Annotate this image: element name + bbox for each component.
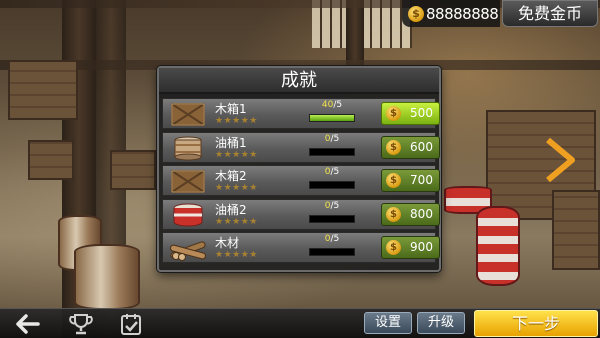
oil-barrel-icon bbox=[174, 136, 202, 160]
reward-amount: 700 bbox=[410, 173, 433, 187]
background-crate bbox=[8, 60, 78, 120]
dollar-coin-icon: $ bbox=[386, 206, 401, 222]
achievement-row: 油桶2 ★★★★★ 0/5 $ 800 bbox=[162, 198, 440, 230]
achievement-row: 木箱1 ★★★★★ 40/5 $ 500 bbox=[162, 98, 440, 129]
background-crate bbox=[28, 140, 74, 180]
free-coins-button[interactable]: 免费金币 bbox=[502, 0, 598, 27]
reward-amount: 500 bbox=[410, 106, 433, 120]
achievement-row: 木箱2 ★★★★★ 0/5 $ 700 bbox=[162, 165, 440, 196]
reward-amount: 600 bbox=[410, 139, 433, 154]
claim-reward-button[interactable]: $ 700 bbox=[381, 169, 440, 192]
dollar-coin-icon: $ bbox=[408, 5, 424, 22]
star-rating: ★★★★★ bbox=[215, 149, 258, 160]
claim-reward-button[interactable]: $ 900 bbox=[381, 236, 440, 259]
coin-balance: $ 88888888 bbox=[402, 0, 500, 27]
star-rating: ★★★★★ bbox=[215, 250, 258, 260]
progress-bar bbox=[309, 114, 355, 122]
star-rating: ★★★★★ bbox=[215, 116, 258, 126]
background-crate bbox=[552, 190, 600, 270]
back-arrow-icon[interactable] bbox=[14, 312, 40, 336]
wooden-crate-icon bbox=[171, 103, 205, 126]
progress-text: 40/5 bbox=[321, 100, 343, 110]
progress-text: 0/5 bbox=[324, 133, 340, 144]
upgrade-button[interactable]: 升级 bbox=[417, 312, 465, 334]
background-barrel bbox=[74, 244, 140, 310]
achievement-name: 木材 bbox=[215, 236, 240, 250]
checklist-icon[interactable] bbox=[118, 312, 144, 336]
wooden-crate-icon bbox=[171, 170, 205, 193]
reward-amount: 800 bbox=[410, 206, 433, 221]
achievement-name: 油桶2 bbox=[215, 202, 247, 217]
trophy-icon[interactable] bbox=[68, 312, 94, 336]
claim-reward-button[interactable]: $ 500 bbox=[381, 102, 440, 125]
progress-bar bbox=[309, 181, 355, 189]
reward-amount: 900 bbox=[410, 240, 433, 254]
background-crate bbox=[110, 150, 156, 190]
progress-bar bbox=[309, 248, 355, 256]
dollar-coin-icon: $ bbox=[386, 106, 401, 121]
achievement-row: 油桶1 ★★★★★ 0/5 $ 600 bbox=[162, 131, 440, 163]
achievement-name: 木箱2 bbox=[215, 169, 247, 183]
settings-button[interactable]: 设置 bbox=[364, 312, 412, 334]
background-red-barrel bbox=[476, 206, 520, 286]
star-rating: ★★★★★ bbox=[215, 216, 258, 227]
achievements-panel: 成就 木箱1 ★★★★★ 40/5 $ 500 油桶1 ★★★★★ 0/5 $ … bbox=[157, 66, 441, 272]
achievement-name: 油桶1 bbox=[215, 135, 247, 150]
star-rating: ★★★★★ bbox=[215, 183, 258, 193]
progress-bar bbox=[309, 214, 355, 223]
coin-amount: 88888888 bbox=[426, 4, 499, 23]
timber-logs-icon bbox=[170, 241, 206, 261]
progress-bar bbox=[309, 147, 355, 156]
progress-text: 0/5 bbox=[324, 167, 340, 177]
achievement-list: 木箱1 ★★★★★ 40/5 $ 500 油桶1 ★★★★★ 0/5 $ 600… bbox=[159, 94, 440, 263]
progress-text: 0/5 bbox=[324, 200, 340, 211]
achievement-row: 木材 ★★★★★ 0/5 $ 900 bbox=[162, 232, 440, 263]
next-step-button[interactable]: 下一步 bbox=[474, 310, 598, 337]
claim-reward-button[interactable]: $ 600 bbox=[381, 135, 440, 159]
panel-title: 成就 bbox=[159, 68, 439, 94]
progress-fill bbox=[310, 115, 354, 121]
claim-reward-button[interactable]: $ 800 bbox=[381, 202, 440, 226]
progress-text: 0/5 bbox=[324, 234, 340, 244]
achievement-name: 木箱1 bbox=[215, 102, 247, 116]
chevron-right-icon[interactable] bbox=[540, 136, 580, 184]
dollar-coin-icon: $ bbox=[386, 139, 401, 155]
red-barrel-icon bbox=[173, 203, 203, 226]
dollar-coin-icon: $ bbox=[386, 173, 401, 188]
dollar-coin-icon: $ bbox=[386, 240, 401, 255]
